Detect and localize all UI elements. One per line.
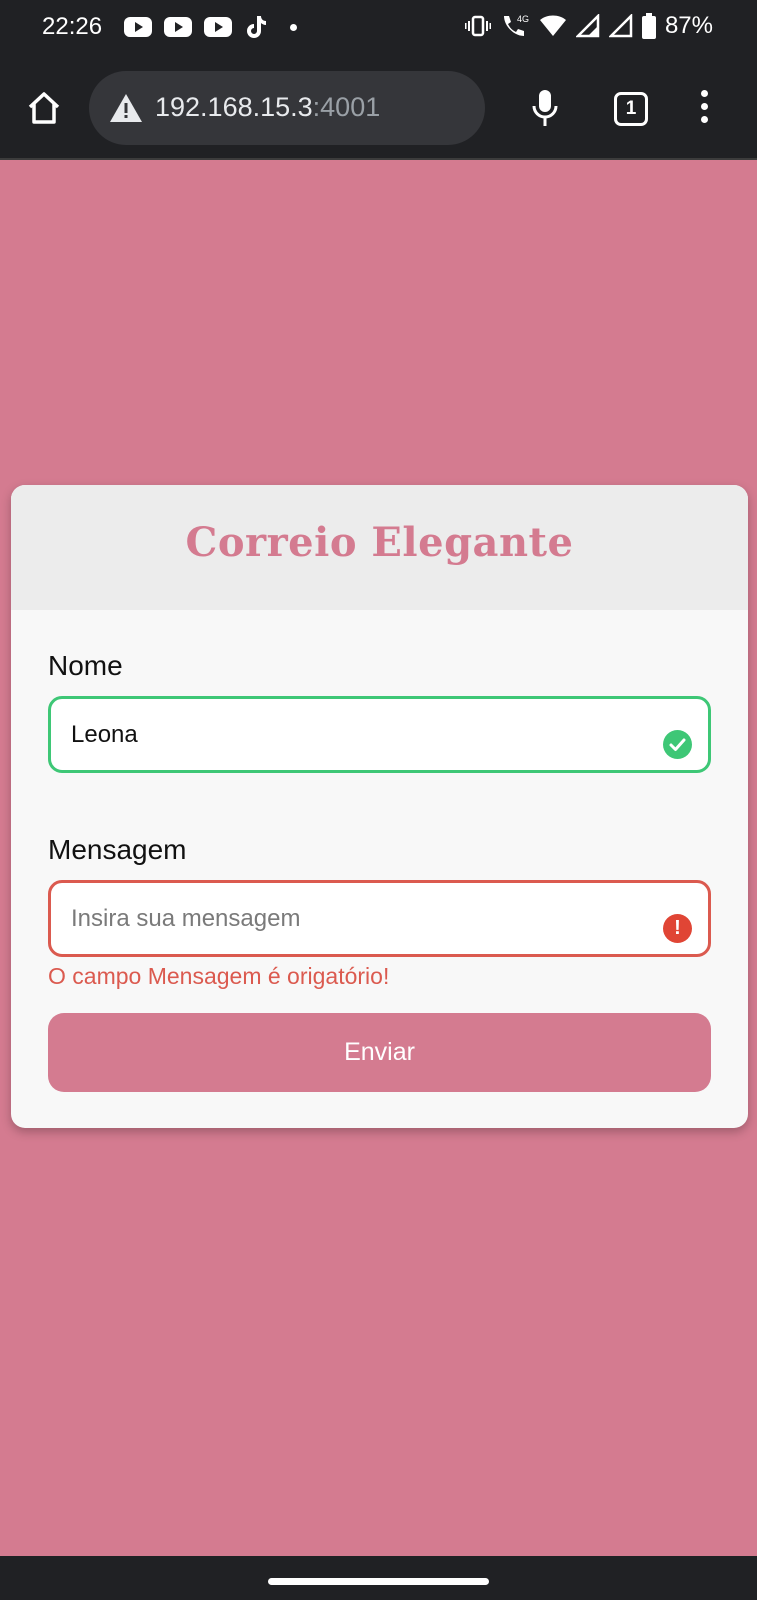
browser-toolbar: 192.168.15.3:4001 1 — [0, 58, 757, 160]
battery-icon — [641, 13, 656, 39]
tiktok-icon — [247, 16, 266, 38]
warning-icon[interactable] — [109, 93, 143, 123]
youtube-icon — [204, 17, 232, 37]
page-title: Correio Elegante — [185, 519, 574, 566]
tabs-icon[interactable]: 1 — [614, 92, 648, 126]
submit-button[interactable]: Enviar — [48, 1013, 711, 1092]
wifi-calling-icon: 4G — [503, 14, 529, 36]
check-circle-icon — [663, 730, 692, 759]
more-menu-icon[interactable] — [698, 90, 710, 128]
name-label: Nome — [48, 650, 123, 681]
url-text[interactable]: 192.168.15.3:4001 — [155, 92, 380, 123]
name-input[interactable]: Leona — [48, 696, 711, 773]
vibrate-icon — [464, 15, 491, 37]
message-input[interactable]: Insira sua mensagem ! — [48, 880, 711, 957]
wifi-icon — [539, 15, 566, 36]
youtube-icon — [164, 17, 192, 37]
home-gesture-handle[interactable] — [268, 1578, 489, 1585]
dot-icon — [290, 23, 297, 31]
error-icon: ! — [663, 914, 692, 943]
youtube-icon — [124, 17, 152, 37]
signal-icon — [575, 14, 600, 38]
url-host: 192.168.15.3 — [155, 92, 313, 122]
address-bar[interactable]: 192.168.15.3:4001 — [89, 71, 485, 145]
network-type-label: 4G — [517, 14, 529, 24]
message-input-placeholder: Insira sua mensagem — [71, 905, 301, 932]
home-icon[interactable] — [26, 90, 62, 126]
name-input-value: Leona — [71, 721, 138, 748]
card-header: Correio Elegante — [11, 485, 748, 610]
url-port: :4001 — [312, 92, 381, 122]
navigation-bar — [0, 1556, 757, 1600]
message-error-text: O campo Mensagem é origatório! — [48, 963, 390, 989]
battery-percent: 87% — [664, 12, 713, 39]
notification-icons — [124, 14, 297, 40]
message-label: Mensagem — [48, 834, 187, 865]
status-bar: 22:26 4G 87% — [0, 0, 757, 58]
message-form-card: Correio Elegante Nome Leona Mensagem Ins… — [11, 485, 748, 1128]
system-icons: 4G 87% — [464, 12, 713, 40]
signal-icon — [608, 14, 633, 38]
mic-icon[interactable] — [530, 88, 560, 128]
status-time: 22:26 — [42, 13, 103, 40]
